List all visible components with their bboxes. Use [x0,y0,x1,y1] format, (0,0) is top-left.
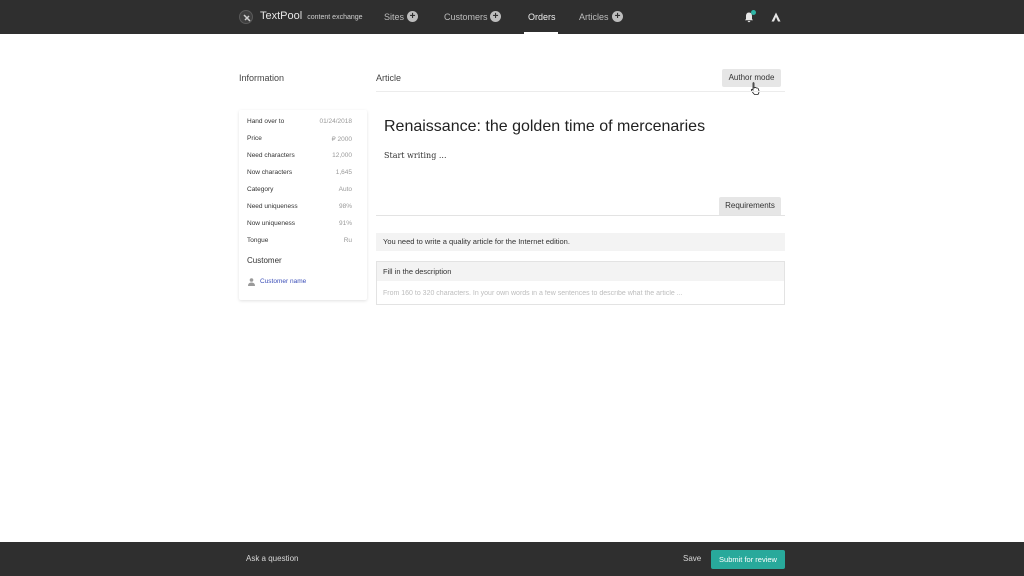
save-button[interactable]: Save [683,554,701,563]
bottom-action-bar: Ask a question Save [0,542,1024,576]
nav-customers[interactable]: Customers [444,12,488,22]
article-heading: Article [376,73,402,83]
add-article-plus-icon[interactable]: + [612,11,623,22]
requirements-notice: You need to write a quality article for … [376,233,785,251]
customer-name-link[interactable]: Customer name [260,278,306,285]
tab-requirements[interactable]: Requirements [719,197,781,215]
info-row-price: Price ₽ 2000 [247,135,352,145]
info-label: Need uniqueness [247,203,298,210]
add-site-plus-icon[interactable]: + [407,11,418,22]
information-heading: Information [239,73,285,83]
article-header-divider [376,91,785,92]
info-value: 12,000 [332,152,352,159]
info-label: Now characters [247,169,293,176]
description-panel: Fill in the description [376,261,785,305]
nav-orders[interactable]: Orders [528,12,556,22]
info-value: 91% [338,220,352,227]
info-label: Tongue [247,237,269,244]
description-input[interactable] [377,282,784,304]
nav-articles[interactable]: Articles [579,12,609,22]
active-tab-indicator [524,32,558,34]
info-value: 1,645 [335,169,352,176]
info-label: Now uniqueness [247,220,296,227]
info-label: Category [247,186,274,193]
submit-for-review-button[interactable]: Submit for review [711,550,785,569]
info-row-tongue: Tongue Ru [247,237,352,247]
info-label: Need characters [247,152,295,159]
info-row-now-characters: Now characters 1,645 [247,169,352,179]
info-value: Ru [343,237,352,244]
top-navigation-bar: TextPool content exchange Sites + Custom… [0,0,1024,34]
article-body-editor[interactable]: Start writing ... [384,151,447,160]
info-value: 01/24/2018 [319,118,352,125]
app-name: TextPool [260,10,303,22]
logo-icon[interactable] [239,10,253,24]
article-title[interactable]: Renaissance: the golden time of mercenar… [384,118,705,136]
requirements-divider [376,215,785,216]
info-row-need-uniqueness: Need uniqueness 98% [247,203,352,213]
brand-a-icon[interactable] [770,11,782,23]
order-info-card: Hand over to 01/24/2018 Price ₽ 2000 Nee… [239,110,367,300]
info-label: Price [247,135,262,142]
ask-question-link[interactable]: Ask a question [246,554,298,563]
info-value: 98% [338,203,352,210]
info-row-now-uniqueness: Now uniqueness 91% [247,220,352,230]
hand-cursor-icon [750,82,760,95]
info-value: Auto [338,186,352,193]
info-row-need-characters: Need characters 12,000 [247,152,352,162]
nav-sites[interactable]: Sites [384,12,404,22]
notification-dot [751,10,756,15]
customer-heading: Customer [247,256,282,265]
info-row-category: Category Auto [247,186,352,196]
info-row-hand-over: Hand over to 01/24/2018 [247,118,352,128]
info-label: Hand over to [247,118,285,125]
app-tagline: content exchange [307,14,363,21]
description-label: Fill in the description [377,262,784,281]
person-icon [248,278,255,286]
app-brand[interactable]: TextPool content exchange [260,10,363,22]
info-value: ₽ 2000 [331,136,352,143]
add-customer-plus-icon[interactable]: + [490,11,501,22]
